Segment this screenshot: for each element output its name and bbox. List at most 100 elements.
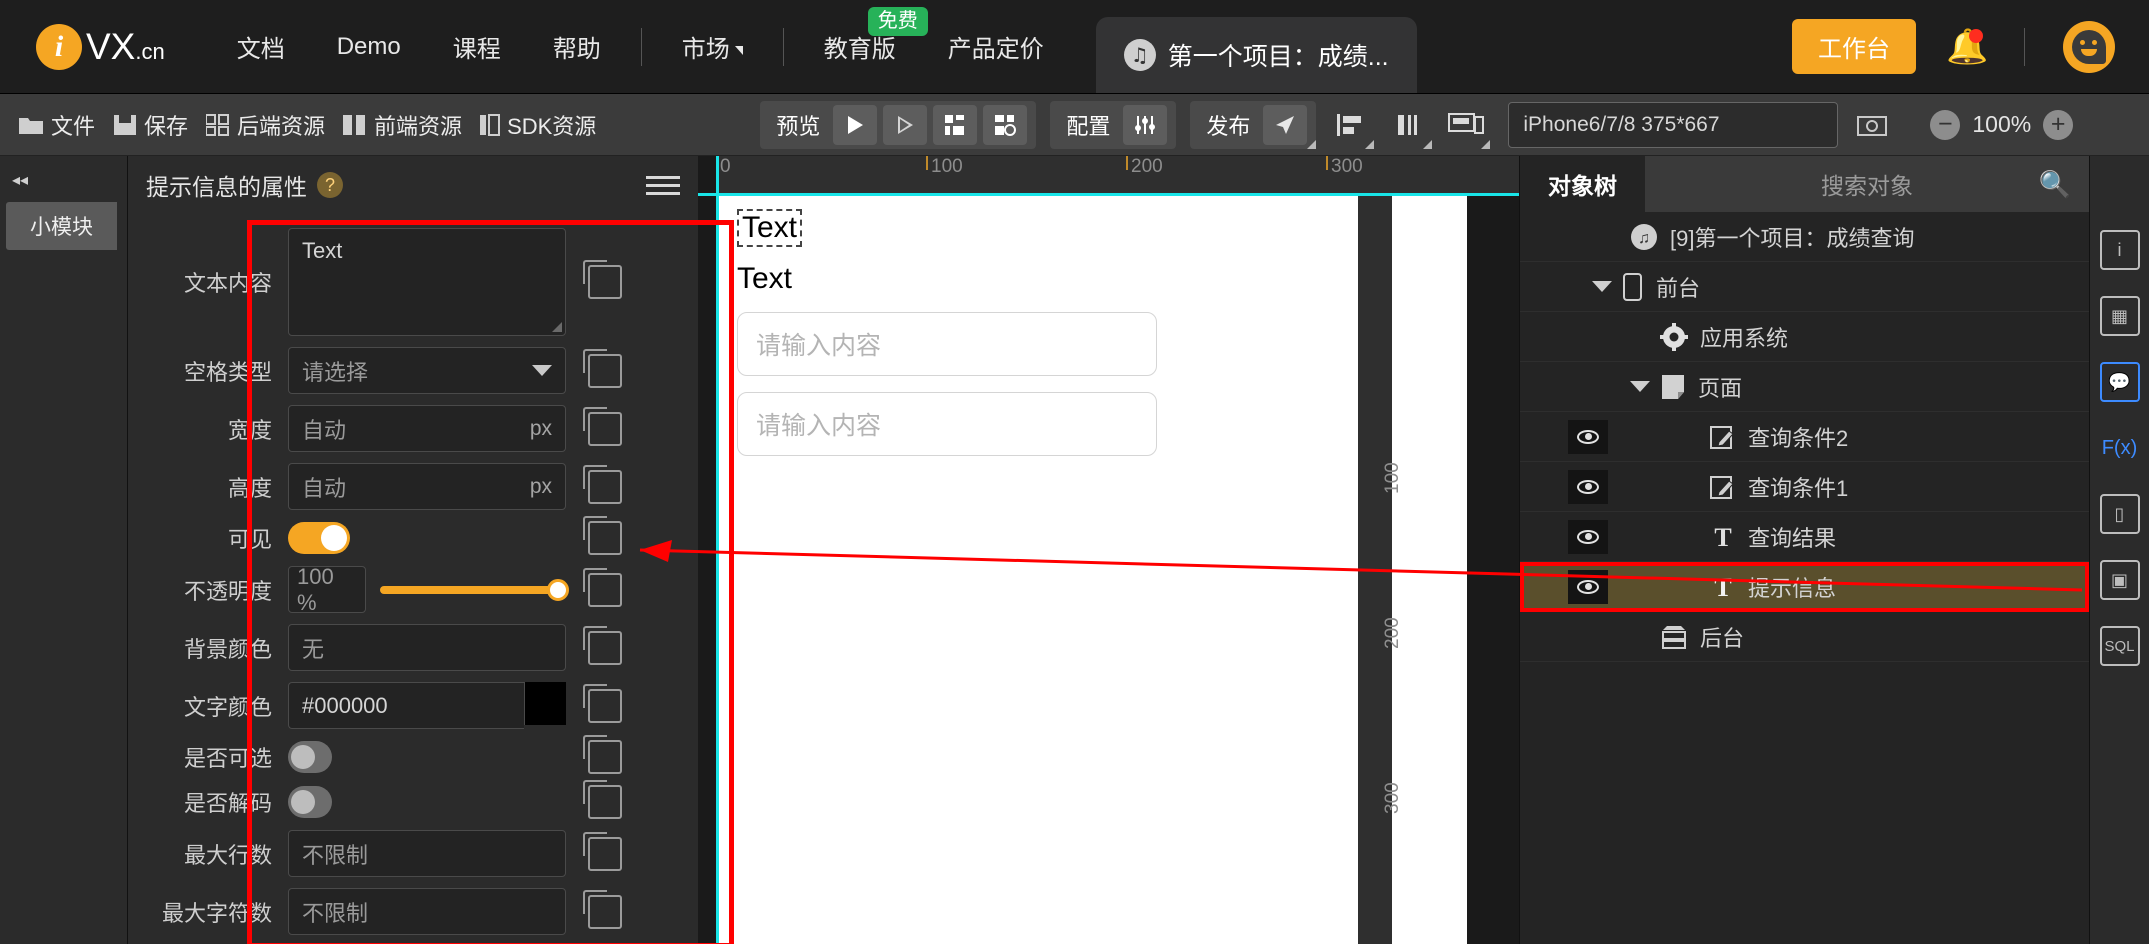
preview-input-2[interactable]: 请输入内容 <box>737 392 1157 456</box>
zoom-out-button[interactable]: − <box>1930 109 1961 140</box>
zoom-level-label: 100% <box>1972 111 2032 137</box>
align-center-vertical-button[interactable] <box>1384 101 1433 149</box>
device-icon[interactable]: ▯ <box>2099 494 2140 534</box>
copy-icon[interactable] <box>583 735 622 774</box>
zoom-in-button[interactable]: + <box>2043 109 2074 140</box>
tree-node-prompt-message[interactable]: T 提示信息 <box>1520 562 2089 612</box>
visibility-eye-icon[interactable] <box>1568 519 1608 554</box>
copy-icon[interactable] <box>583 889 622 929</box>
copy-icon[interactable] <box>583 464 622 504</box>
play-outline-button[interactable] <box>883 104 928 145</box>
play-button[interactable] <box>833 104 878 145</box>
toolbar-file[interactable]: 文件 <box>18 109 95 141</box>
copy-icon[interactable] <box>583 516 622 555</box>
info-icon[interactable]: i <box>2099 230 2140 270</box>
tree-node-query-condition-1[interactable]: 查询条件1 <box>1520 462 2089 512</box>
collapse-sidebar-button[interactable]: ◂◂ <box>0 164 127 196</box>
opacity-input[interactable]: 100 % <box>288 564 366 615</box>
copy-icon[interactable] <box>583 260 622 299</box>
copy-icon[interactable] <box>583 683 622 723</box>
nav-market[interactable]: 市场 <box>656 29 769 64</box>
visibility-eye-icon[interactable] <box>1568 469 1608 504</box>
align-left-button[interactable] <box>1326 101 1375 149</box>
qr-scan-button[interactable] <box>983 104 1028 145</box>
fx-icon[interactable]: F(x) <box>2100 428 2140 468</box>
copy-icon[interactable]: ▣ <box>2099 560 2140 600</box>
nav-pricing[interactable]: 产品定价 <box>922 29 1070 64</box>
left-mini-sidebar: ◂◂ 小模块 <box>0 156 128 944</box>
copy-icon[interactable] <box>583 625 622 665</box>
avatar[interactable] <box>2063 20 2115 73</box>
nav-courses[interactable]: 课程 <box>427 29 527 64</box>
text-content-textarea[interactable]: Text <box>288 228 566 336</box>
tree-node-label: 应用系统 <box>1700 325 1789 351</box>
tree-node-query-condition-2[interactable]: 查询条件2 <box>1520 412 2089 462</box>
horizontal-ruler: 0 100 200 300 <box>716 156 1519 194</box>
width-input[interactable]: 自动 px <box>288 405 566 452</box>
canvas-area[interactable]: 0 100 200 300 Text Text 请输入内容 请输入内容 100 … <box>698 156 1519 944</box>
nav-demo[interactable]: Demo <box>311 33 427 61</box>
device-preview-button[interactable] <box>1442 101 1491 149</box>
property-label: 是否解码 <box>183 791 272 816</box>
max-lines-input[interactable]: 不限制 <box>288 830 566 877</box>
nav-docs[interactable]: 文档 <box>211 29 311 64</box>
sql-icon[interactable]: SQL <box>2099 626 2140 666</box>
copy-icon[interactable] <box>583 567 622 607</box>
toolbar-frontend-resources[interactable]: 前端资源 <box>343 109 462 141</box>
copy-icon[interactable] <box>583 780 622 819</box>
notifications-bell-icon[interactable]: 🔔 <box>1946 28 1988 64</box>
opacity-slider[interactable] <box>380 578 569 601</box>
preview-input-1[interactable]: 请输入内容 <box>737 312 1157 376</box>
max-chars-input[interactable]: 不限制 <box>288 888 566 935</box>
chevron-down-icon[interactable] <box>1592 281 1612 292</box>
background-color-input[interactable]: 无 <box>288 624 566 671</box>
nav-education[interactable]: 教育版 免费 <box>798 7 928 64</box>
copy-icon[interactable] <box>583 831 622 871</box>
text-color-input[interactable]: #000000 <box>288 682 524 729</box>
tree-node-label: 查询条件2 <box>1748 425 1849 451</box>
object-tree-panel: 对象树 搜索对象 🔍 ♫ [9]第一个项目：成绩查询 前台 应用系统 页面 查询… <box>1519 156 2089 944</box>
decode-toggle[interactable] <box>288 786 332 818</box>
toolbar-save[interactable]: 保存 <box>113 109 188 141</box>
copy-icon[interactable] <box>583 406 622 446</box>
workbench-button[interactable]: 工作台 <box>1792 19 1916 74</box>
settings-sliders-button[interactable] <box>1123 104 1168 145</box>
phone-preview[interactable]: Text Text 请输入内容 请输入内容 <box>719 196 1467 944</box>
device-size-input[interactable]: iPhone6/7/8 375*667 <box>1508 101 1839 148</box>
toolbar-backend-resources[interactable]: 后端资源 <box>206 109 325 141</box>
chevron-down-icon[interactable] <box>1630 381 1650 392</box>
layers-icon[interactable]: ▦ <box>2099 296 2140 336</box>
help-icon[interactable]: ? <box>317 172 343 198</box>
tree-node-page[interactable]: 页面 <box>1520 362 2089 412</box>
tree-node-project[interactable]: ♫ [9]第一个项目：成绩查询 <box>1520 212 2089 262</box>
tree-node-frontend[interactable]: 前台 <box>1520 262 2089 312</box>
logo-text: VX.cn <box>86 25 165 67</box>
tree-node-backend[interactable]: 后台 <box>1520 612 2089 662</box>
tab-object-tree[interactable]: 对象树 <box>1520 156 1645 212</box>
brand-logo[interactable]: i VX.cn <box>36 23 165 70</box>
blocks-icon <box>343 114 367 136</box>
text-color-swatch[interactable] <box>524 682 566 725</box>
tree-node-query-result[interactable]: T 查询结果 <box>1520 512 2089 562</box>
preview-text-1[interactable]: Text <box>737 209 803 247</box>
space-type-select[interactable]: 请选择 <box>288 347 566 394</box>
nav-help[interactable]: 帮助 <box>527 29 627 64</box>
property-row-space-type: 空格类型 请选择 <box>128 347 698 394</box>
visibility-eye-icon[interactable] <box>1568 569 1608 604</box>
visible-toggle[interactable] <box>288 522 350 554</box>
qr-layout-button[interactable] <box>933 104 978 145</box>
copy-icon[interactable] <box>583 348 622 388</box>
project-tab[interactable]: ♫ 第一个项目：成绩... <box>1095 17 1417 93</box>
visibility-eye-icon[interactable] <box>1568 419 1608 454</box>
chat-icon[interactable]: 💬 <box>2099 362 2140 402</box>
tree-node-app-system[interactable]: 应用系统 <box>1520 312 2089 362</box>
toolbar-sdk-resources[interactable]: SDK资源 <box>480 109 596 141</box>
tab-search-object[interactable]: 搜索对象 🔍 <box>1645 156 2089 212</box>
publish-send-button[interactable] <box>1263 104 1308 145</box>
screenshot-icon[interactable] <box>1848 101 1896 149</box>
selectable-toggle[interactable] <box>288 741 332 773</box>
property-label: 文字颜色 <box>183 694 272 720</box>
height-input[interactable]: 自动 px <box>288 463 566 510</box>
sidebar-tab-modules[interactable]: 小模块 <box>6 202 117 250</box>
panel-menu-icon[interactable] <box>646 175 680 195</box>
